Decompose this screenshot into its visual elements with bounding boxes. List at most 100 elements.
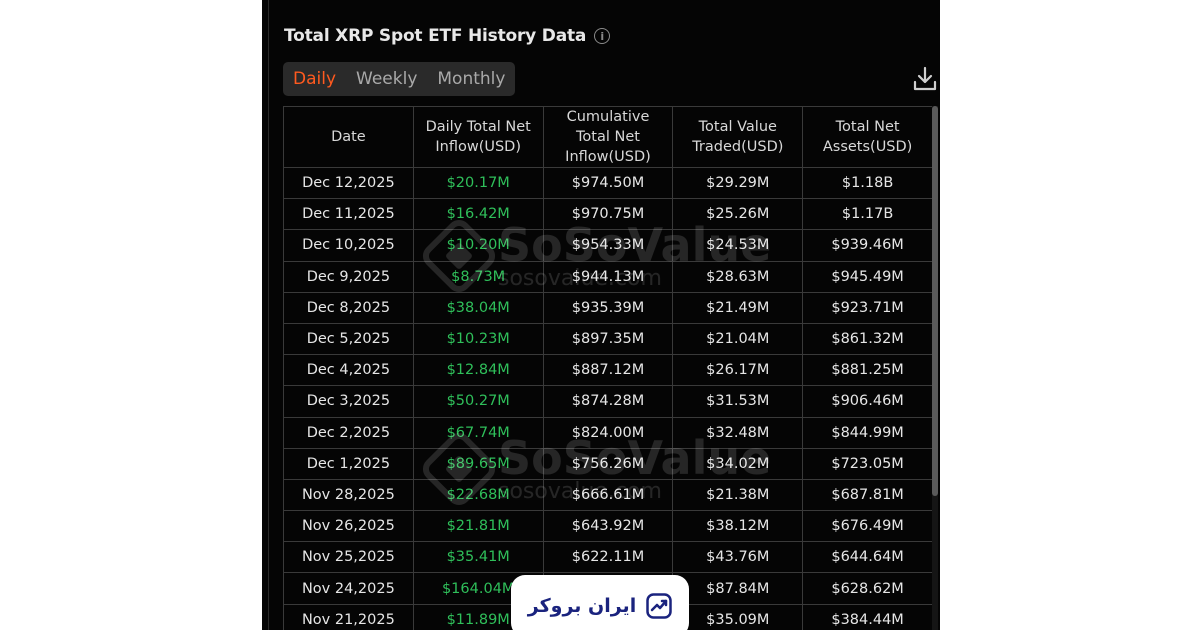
cell-daily-net-inflow: $35.41M — [412, 541, 544, 574]
cell-date: Dec 8,2025 — [283, 291, 414, 324]
tab-monthly[interactable]: Monthly — [437, 69, 505, 89]
history-table-container: Date Daily Total Net Inflow(USD) Cumulat… — [283, 106, 933, 630]
cell-total-net-assets: $861.32M — [802, 322, 933, 356]
cell-date: Dec 11,2025 — [283, 198, 414, 231]
panel-divider — [268, 0, 269, 630]
cell-daily-net-inflow: $10.20M — [412, 229, 544, 262]
cell-total-net-assets: $906.46M — [802, 385, 933, 418]
cell-date: Nov 21,2025 — [283, 603, 414, 630]
column-header-cumulative-net-inflow[interactable]: Cumulative Total Net Inflow(USD) — [542, 106, 674, 168]
cell-date: Dec 9,2025 — [283, 260, 414, 293]
table-row[interactable]: Dec 5,2025 $10.23M $897.35M $21.04M $861.32M — [283, 322, 933, 356]
cell-total-value-traded: $87.84M — [672, 572, 804, 605]
cell-total-value-traded: $21.49M — [672, 291, 804, 324]
cell-total-value-traded: $25.26M — [672, 198, 804, 231]
cell-total-net-assets: $644.64M — [802, 541, 933, 574]
cell-cumulative-net-inflow: $897.35M — [542, 322, 674, 356]
cell-total-value-traded: $21.04M — [672, 322, 804, 356]
iranbroker-badge: ایران بروکر — [511, 575, 689, 637]
table-row[interactable]: Dec 10,2025 $10.20M $954.33M $24.53M $939.46… — [283, 229, 933, 262]
table-row[interactable]: Dec 1,2025 $89.65M $756.26M $34.02M $723.05M — [283, 447, 933, 480]
column-header-date[interactable]: Date — [283, 106, 414, 168]
cell-daily-net-inflow: $8.73M — [412, 260, 544, 293]
table-row[interactable]: Nov 25,2025 $35.41M $622.11M $43.76M $644.64… — [283, 541, 933, 574]
column-header-total-value-traded[interactable]: Total Value Traded(USD) — [672, 106, 804, 168]
cell-total-value-traded: $29.29M — [672, 166, 804, 200]
table-row[interactable]: Dec 3,2025 $50.27M $874.28M $31.53M $906.46M — [283, 385, 933, 418]
table-row[interactable]: Dec 12,2025 $20.17M $974.50M $29.29M $1.18B — [283, 166, 933, 200]
table-row[interactable]: Dec 8,2025 $38.04M $935.39M $21.49M $923.71M — [283, 291, 933, 324]
cell-date: Dec 4,2025 — [283, 354, 414, 387]
cell-total-value-traded: $24.53M — [672, 229, 804, 262]
cell-daily-net-inflow: $67.74M — [412, 416, 544, 449]
cell-total-value-traded: $38.12M — [672, 510, 804, 543]
cell-total-value-traded: $28.63M — [672, 260, 804, 293]
cell-date: Nov 25,2025 — [283, 541, 414, 574]
cell-total-value-traded: $21.38M — [672, 478, 804, 512]
page-title: Total XRP Spot ETF History Data — [284, 26, 587, 46]
cell-cumulative-net-inflow: $974.50M — [542, 166, 674, 200]
cell-date: Nov 28,2025 — [283, 478, 414, 512]
cell-date: Dec 2,2025 — [283, 416, 414, 449]
cell-total-value-traded: $31.53M — [672, 385, 804, 418]
table-header-row: Date Daily Total Net Inflow(USD) Cumulat… — [283, 106, 933, 168]
cell-total-value-traded: $26.17M — [672, 354, 804, 387]
table-row[interactable]: Dec 2,2025 $67.74M $824.00M $32.48M $844.99M — [283, 416, 933, 449]
cell-total-net-assets: $384.44M — [802, 603, 933, 630]
history-table: Date Daily Total Net Inflow(USD) Cumulat… — [283, 106, 933, 630]
cell-cumulative-net-inflow: $970.75M — [542, 198, 674, 231]
cell-cumulative-net-inflow: $944.13M — [542, 260, 674, 293]
cell-date: Nov 26,2025 — [283, 510, 414, 543]
cell-total-net-assets: $676.49M — [802, 510, 933, 543]
info-icon[interactable]: i — [594, 28, 611, 44]
column-header-total-net-assets[interactable]: Total Net Assets(USD) — [802, 106, 933, 168]
download-icon[interactable] — [913, 66, 937, 92]
column-header-daily-net-inflow[interactable]: Daily Total Net Inflow(USD) — [412, 106, 544, 168]
cell-total-value-traded: $32.48M — [672, 416, 804, 449]
cell-total-net-assets: $1.18B — [802, 166, 933, 200]
cell-date: Dec 12,2025 — [283, 166, 414, 200]
cell-cumulative-net-inflow: $666.61M — [542, 478, 674, 512]
table-row[interactable]: Nov 26,2025 $21.81M $643.92M $38.12M $676.49… — [283, 510, 933, 543]
cell-total-value-traded: $34.02M — [672, 447, 804, 480]
cell-date: Dec 1,2025 — [283, 447, 414, 480]
cell-date: Dec 10,2025 — [283, 229, 414, 262]
cell-total-net-assets: $628.62M — [802, 572, 933, 605]
cell-total-net-assets: $723.05M — [802, 447, 933, 480]
cell-total-net-assets: $939.46M — [802, 229, 933, 262]
cell-total-net-assets: $1.17B — [802, 198, 933, 231]
cell-daily-net-inflow: $22.68M — [412, 478, 544, 512]
cell-cumulative-net-inflow: $643.92M — [542, 510, 674, 543]
cell-total-net-assets: $945.49M — [802, 260, 933, 293]
cell-cumulative-net-inflow: $622.11M — [542, 541, 674, 574]
cell-cumulative-net-inflow: $824.00M — [542, 416, 674, 449]
table-row[interactable]: Dec 9,2025 $8.73M $944.13M $28.63M $945.49M — [283, 260, 933, 293]
tab-weekly[interactable]: Weekly — [356, 69, 417, 89]
cell-daily-net-inflow: $20.17M — [412, 166, 544, 200]
cell-total-value-traded: $43.76M — [672, 541, 804, 574]
cell-date: Dec 5,2025 — [283, 322, 414, 356]
trend-chart-icon — [646, 593, 672, 619]
period-tabs: Daily Weekly Monthly — [283, 62, 516, 96]
cell-total-net-assets: $923.71M — [802, 291, 933, 324]
cell-date: Dec 3,2025 — [283, 385, 414, 418]
scrollbar-thumb[interactable] — [932, 106, 938, 496]
table-row[interactable]: Dec 11,2025 $16.42M $970.75M $25.26M $1.17B — [283, 198, 933, 231]
panel-header: Total XRP Spot ETF History Data i — [284, 22, 611, 50]
cell-cumulative-net-inflow: $935.39M — [542, 291, 674, 324]
cell-daily-net-inflow: $16.42M — [412, 198, 544, 231]
cell-cumulative-net-inflow: $874.28M — [542, 385, 674, 418]
tab-daily[interactable]: Daily — [293, 69, 336, 89]
cell-cumulative-net-inflow: $954.33M — [542, 229, 674, 262]
cell-cumulative-net-inflow: $756.26M — [542, 447, 674, 480]
table-row[interactable]: Dec 4,2025 $12.84M $887.12M $26.17M $881.25M — [283, 354, 933, 387]
cell-total-net-assets: $844.99M — [802, 416, 933, 449]
cell-daily-net-inflow: $50.27M — [412, 385, 544, 418]
cell-daily-net-inflow: $10.23M — [412, 322, 544, 356]
table-body: Dec 12,2025 $20.17M $974.50M $29.29M $1.18B D… — [283, 166, 933, 630]
cell-cumulative-net-inflow: $887.12M — [542, 354, 674, 387]
table-row[interactable]: Nov 28,2025 $22.68M $666.61M $21.38M $687.81… — [283, 478, 933, 512]
cell-daily-net-inflow: $21.81M — [412, 510, 544, 543]
cell-daily-net-inflow: $38.04M — [412, 291, 544, 324]
cell-date: Nov 24,2025 — [283, 572, 414, 605]
